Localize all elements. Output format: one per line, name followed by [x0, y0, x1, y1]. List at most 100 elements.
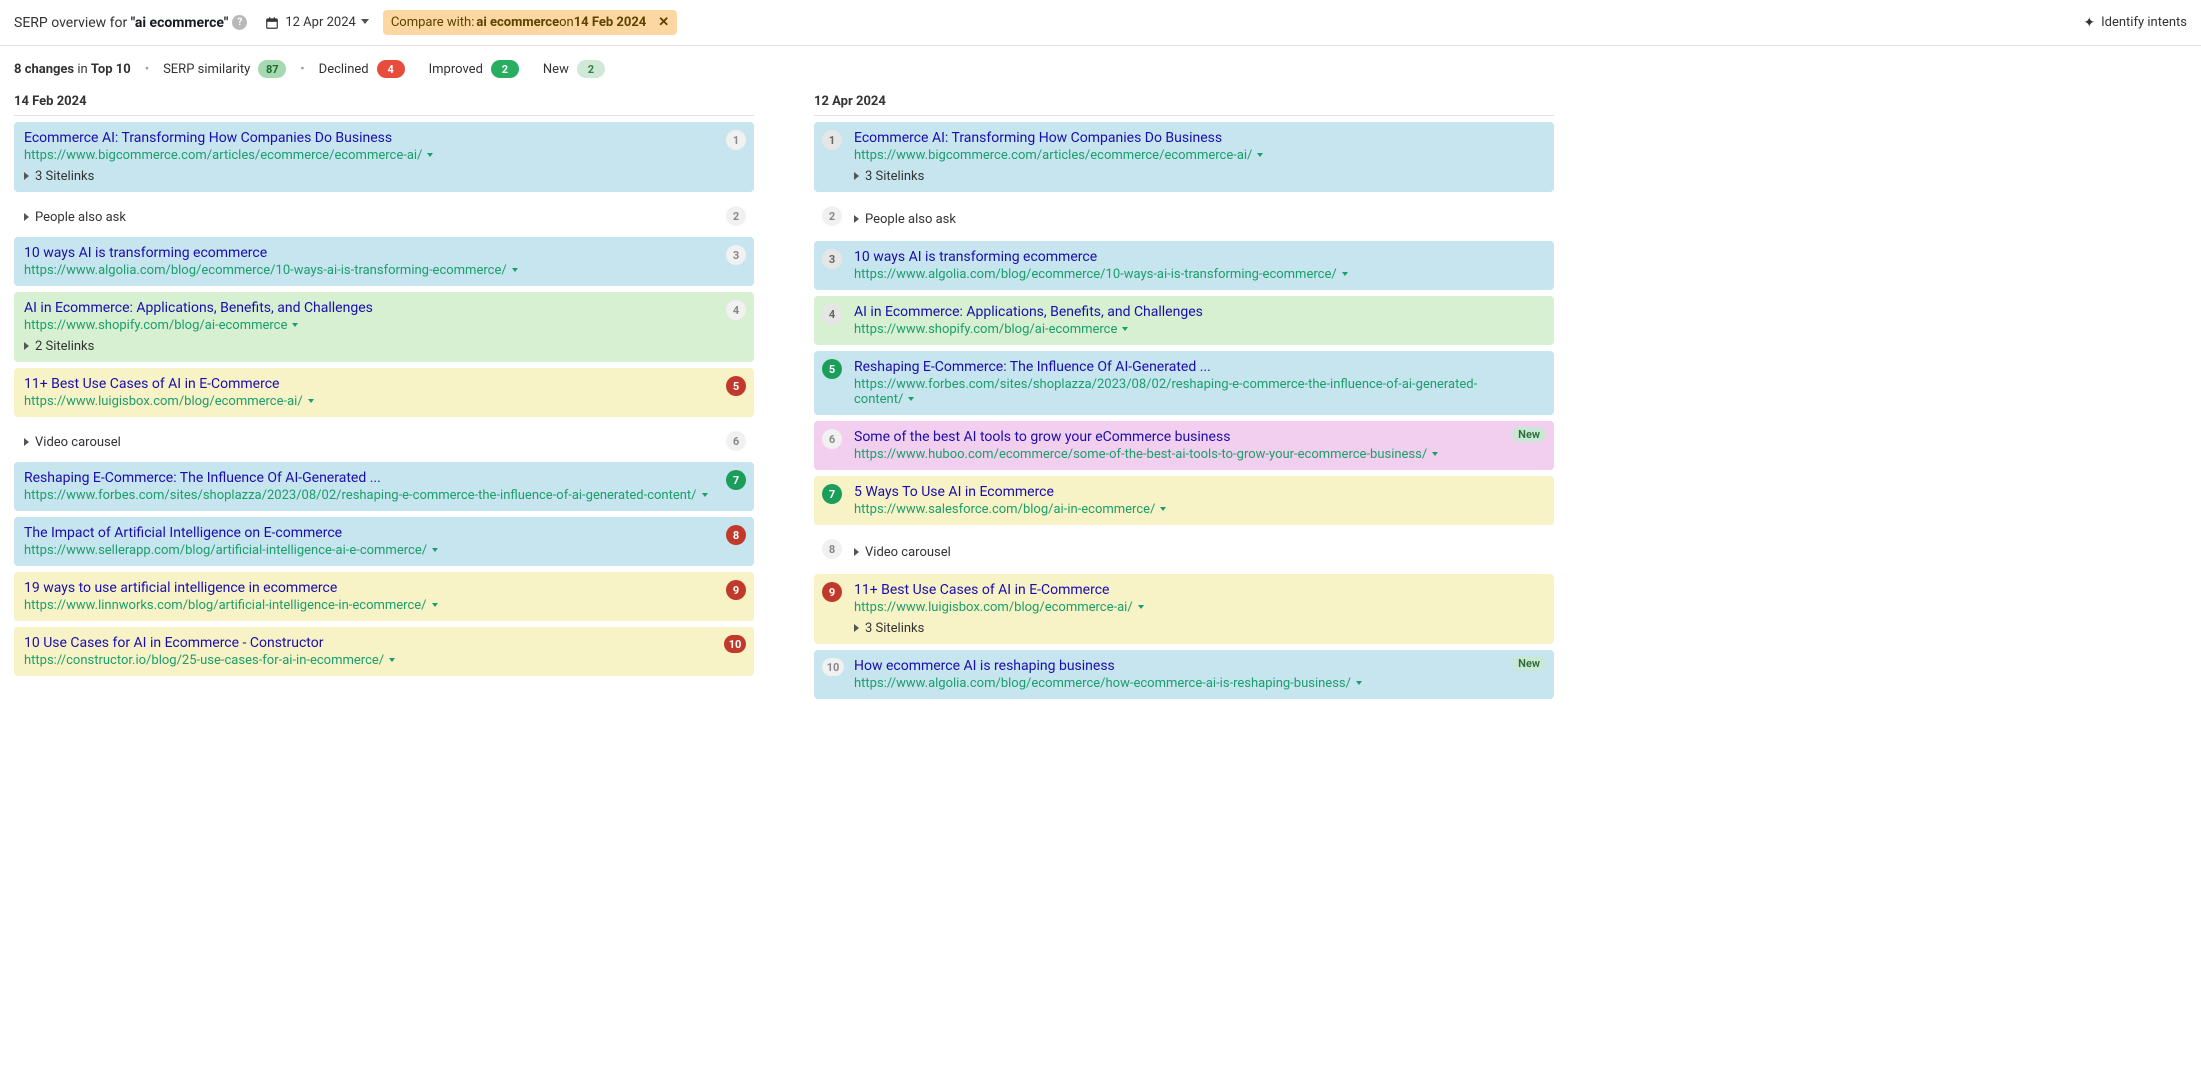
serp-row[interactable]: 1 Ecommerce AI: Transforming How Companie… — [14, 122, 754, 192]
expander-toggle[interactable]: 3 Sitelinks — [854, 169, 1514, 184]
result-title[interactable]: The Impact of Artificial Intelligence on… — [24, 525, 714, 541]
result-url[interactable]: https://www.forbes.com/sites/shoplazza/2… — [854, 377, 1514, 407]
left-date-header: 14 Feb 2024 — [14, 86, 754, 116]
calendar-icon[interactable] — [265, 16, 279, 30]
result-url[interactable]: https://www.algolia.com/blog/ecommerce/h… — [854, 676, 1514, 691]
rank-badge: 9 — [726, 580, 746, 600]
result-url[interactable]: https://constructor.io/blog/25-use-cases… — [24, 653, 714, 668]
expander-toggle[interactable]: People also ask — [854, 212, 1514, 227]
rank-badge: 8 — [822, 539, 842, 559]
expander-toggle[interactable]: People also ask — [24, 210, 714, 225]
result-title[interactable]: 10 ways AI is transforming ecommerce — [854, 249, 1514, 265]
rank-badge: 1 — [822, 130, 842, 150]
result-url[interactable]: https://www.shopify.com/blog/ai-ecommerc… — [24, 318, 714, 333]
improved-badge: 2 — [491, 60, 519, 78]
new-label: New — [543, 62, 569, 77]
result-title[interactable]: 10 Use Cases for AI in Ecommerce - Const… — [24, 635, 714, 651]
serp-row[interactable]: 1010 Use Cases for AI in Ecommerce - Con… — [14, 627, 754, 676]
result-title[interactable]: Ecommerce AI: Transforming How Companies… — [854, 130, 1514, 146]
serp-row[interactable]: 5 11+ Best Use Cases of AI in E-Commerce h… — [14, 368, 754, 417]
rank-badge: 5 — [822, 359, 842, 379]
serp-row[interactable]: 1 Ecommerce AI: Transforming How Companie… — [814, 122, 1554, 192]
result-title[interactable]: Ecommerce AI: Transforming How Companies… — [24, 130, 714, 146]
rank-badge: 6 — [822, 429, 842, 449]
left-column: 14 Feb 2024 1 Ecommerce AI: Transforming … — [14, 86, 754, 699]
serp-row[interactable]: 9 11+ Best Use Cases of AI in E-Commerce h… — [814, 574, 1554, 644]
rank-badge: 9 — [822, 582, 842, 602]
similarity-label: SERP similarity — [163, 62, 250, 77]
result-title[interactable]: AI in Ecommerce: Applications, Benefits,… — [24, 300, 714, 316]
result-url[interactable]: https://www.bigcommerce.com/articles/eco… — [24, 148, 714, 163]
result-url[interactable]: https://www.linnworks.com/blog/artificia… — [24, 598, 714, 613]
date-picker[interactable]: 12 Apr 2024 — [285, 15, 368, 30]
result-title[interactable]: Some of the best AI tools to grow your e… — [854, 429, 1514, 445]
declined-label: Declined — [319, 62, 369, 77]
result-url[interactable]: https://www.luigisbox.com/blog/ecommerce… — [24, 394, 714, 409]
right-date-header: 12 Apr 2024 — [814, 86, 1554, 116]
identify-intents-button[interactable]: ✦ Identify intents — [2083, 15, 2187, 31]
serp-row[interactable]: 10 NewHow ecommerce AI is reshaping busin… — [814, 650, 1554, 699]
result-title[interactable]: Reshaping E-Commerce: The Influence Of A… — [24, 470, 714, 486]
close-icon[interactable]: ✕ — [658, 15, 669, 30]
serp-row[interactable]: 7 Reshaping E-Commerce: The Influence Of … — [14, 462, 754, 511]
result-url[interactable]: https://www.huboo.com/ecommerce/some-of-… — [854, 447, 1514, 462]
result-url[interactable]: https://www.forbes.com/sites/shoplazza/2… — [24, 488, 714, 503]
serp-row[interactable]: 3 10 ways AI is transforming ecommerce htt… — [14, 237, 754, 286]
serp-row[interactable]: 6 NewSome of the best AI tools to grow yo… — [814, 421, 1554, 470]
result-url[interactable]: https://www.salesforce.com/blog/ai-in-ec… — [854, 502, 1514, 517]
new-tag: New — [1512, 427, 1546, 442]
compare-pill: Compare with: ai ecommerce on 14 Feb 202… — [383, 10, 677, 35]
serp-row[interactable]: 4 AI in Ecommerce: Applications, Benefits… — [814, 296, 1554, 345]
serp-row[interactable]: 6 Video carousel — [14, 423, 754, 456]
similarity-badge: 87 — [258, 60, 286, 78]
rank-badge: 4 — [822, 304, 842, 324]
rank-badge: 2 — [822, 206, 842, 226]
result-title[interactable]: 11+ Best Use Cases of AI in E-Commerce — [24, 376, 714, 392]
new-tag: New — [1512, 656, 1546, 671]
serp-row[interactable]: 75 Ways To Use AI in Ecommercehttps://ww… — [814, 476, 1554, 525]
right-column: 12 Apr 2024 1 Ecommerce AI: Transforming … — [814, 86, 1554, 699]
declined-badge: 4 — [377, 60, 405, 78]
result-title[interactable]: 10 ways AI is transforming ecommerce — [24, 245, 714, 261]
result-url[interactable]: https://www.bigcommerce.com/articles/eco… — [854, 148, 1514, 163]
expander-toggle[interactable]: 2 Sitelinks — [24, 339, 714, 354]
serp-row[interactable]: 2People also ask — [14, 198, 754, 231]
result-url[interactable]: https://www.sellerapp.com/blog/artificia… — [24, 543, 714, 558]
expander-toggle[interactable]: Video carousel — [854, 545, 1514, 560]
result-title[interactable]: How ecommerce AI is reshaping business — [854, 658, 1514, 674]
rank-badge: 6 — [726, 431, 746, 451]
result-title[interactable]: Reshaping E-Commerce: The Influence Of A… — [854, 359, 1514, 375]
result-url[interactable]: https://www.luigisbox.com/blog/ecommerce… — [854, 600, 1514, 615]
result-title[interactable]: 11+ Best Use Cases of AI in E-Commerce — [854, 582, 1514, 598]
serp-row[interactable]: 4 AI in Ecommerce: Applications, Benefits… — [14, 292, 754, 362]
changes-summary: 8 changes in Top 10 — [14, 62, 131, 77]
serp-row[interactable]: 8 The Impact of Artificial Intelligence o… — [14, 517, 754, 566]
serp-row[interactable]: 5 Reshaping E-Commerce: The Influence Of … — [814, 351, 1554, 415]
serp-row[interactable]: 9 19 ways to use artificial intelligence … — [14, 572, 754, 621]
rank-badge: 1 — [726, 130, 746, 150]
serp-row[interactable]: 3 10 ways AI is transforming ecommerce htt… — [814, 241, 1554, 290]
rank-badge: 4 — [726, 300, 746, 320]
result-title[interactable]: AI in Ecommerce: Applications, Benefits,… — [854, 304, 1514, 320]
expander-toggle[interactable]: 3 Sitelinks — [854, 621, 1514, 636]
rank-badge: 8 — [726, 525, 746, 545]
rank-badge: 3 — [726, 245, 746, 265]
rank-badge: 5 — [726, 376, 746, 396]
result-title[interactable]: 5 Ways To Use AI in Ecommerce — [854, 484, 1514, 500]
new-badge: 2 — [577, 60, 605, 78]
result-url[interactable]: https://www.algolia.com/blog/ecommerce/1… — [854, 267, 1514, 282]
help-icon[interactable]: ? — [232, 15, 247, 30]
expander-toggle[interactable]: 3 Sitelinks — [24, 169, 714, 184]
result-url[interactable]: https://www.shopify.com/blog/ai-ecommerc… — [854, 322, 1514, 337]
improved-label: Improved — [429, 62, 483, 77]
serp-row[interactable]: 8 Video carousel — [814, 531, 1554, 568]
expander-toggle[interactable]: Video carousel — [24, 435, 714, 450]
sparkle-icon: ✦ — [2083, 15, 2095, 31]
summary-bar: 8 changes in Top 10 • SERP similarity 87… — [0, 46, 2201, 86]
result-url[interactable]: https://www.algolia.com/blog/ecommerce/1… — [24, 263, 714, 278]
rank-badge: 7 — [726, 470, 746, 490]
result-title[interactable]: 19 ways to use artificial intelligence i… — [24, 580, 714, 596]
rank-badge: 10 — [822, 658, 844, 676]
rank-badge: 3 — [822, 249, 842, 269]
serp-row[interactable]: 2 People also ask — [814, 198, 1554, 235]
